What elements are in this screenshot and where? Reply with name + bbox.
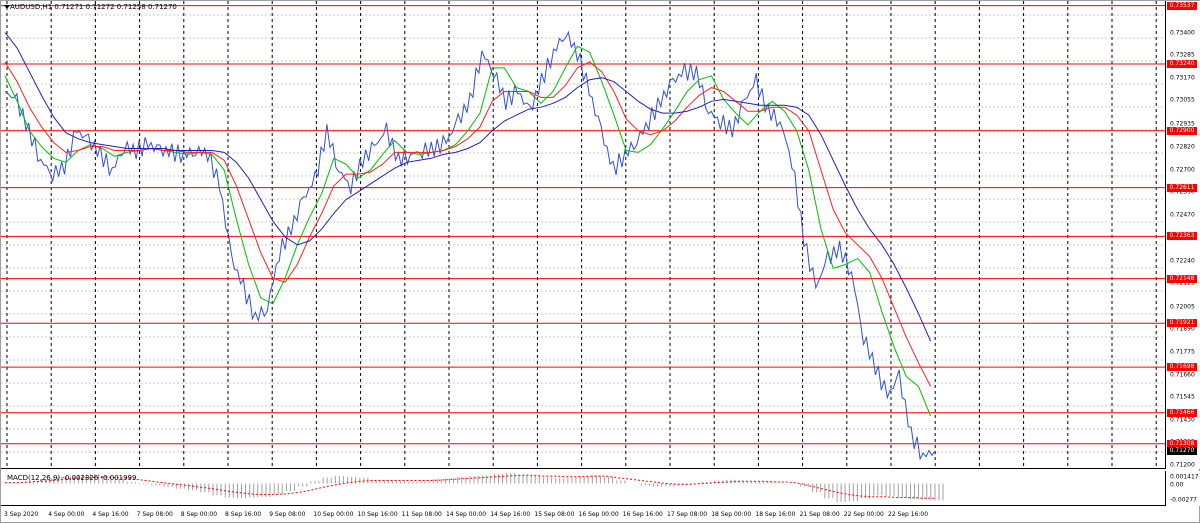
price-tick-label: 0.71430 (1170, 416, 1195, 424)
time-tick-label: 11 Sep 08:00 (401, 511, 442, 518)
time-tick-label: 18 Sep 00:00 (711, 511, 752, 518)
chart-title: AUDUSD,H1 0.71271 0.71272 0.71258 0.7127… (10, 3, 177, 11)
time-tick-label: 16 Sep 16:00 (622, 511, 663, 518)
price-chart-pane[interactable] (1, 1, 1165, 469)
macd-tick-label: -0.00277 (1170, 496, 1197, 504)
time-tick-label: 15 Sep 08:00 (534, 511, 575, 518)
price-tick-label: 0.72470 (1170, 211, 1195, 219)
current-price-badge: 0.71270 (1167, 447, 1197, 456)
price-tick-label: 0.72700 (1170, 166, 1195, 174)
price-axis[interactable]: 0.73400 0.73285 0.73170 0.73055 0.72935 0.728… (1165, 1, 1200, 469)
ma-slow-line (4, 32, 932, 342)
price-line (4, 30, 936, 461)
macd-tick-label: 0.00 (1170, 481, 1184, 489)
price-tick-label: 0.71660 (1170, 371, 1195, 379)
time-tick-label: 22 Sep 00:00 (843, 511, 884, 518)
level-price-badge: 0.73537 (1167, 1, 1197, 10)
time-tick-label: 10 Sep 16:00 (357, 511, 398, 518)
macd-tick-label: 0.001417 (1170, 473, 1199, 481)
price-tick-label: 0.71545 (1170, 393, 1195, 401)
macd-axis[interactable]: 0.001417 0.00 -0.00277 (1165, 471, 1200, 506)
time-tick-label: 14 Sep 00:00 (446, 511, 487, 518)
price-tick-label: 0.72240 (1170, 257, 1195, 265)
time-tick-label: 8 Sep 16:00 (225, 511, 262, 518)
level-price-badge: 0.72363 (1167, 232, 1197, 241)
time-tick-label: 18 Sep 16:00 (755, 511, 796, 518)
macd-svg[interactable] (1, 471, 1165, 506)
level-price-badge: 0.72611 (1167, 183, 1197, 192)
time-tick-label: 14 Sep 16:00 (490, 511, 531, 518)
time-tick-label: 21 Sep 08:00 (799, 511, 840, 518)
ma-fast-line (4, 45, 932, 417)
level-price-badge: 0.71921 (1167, 319, 1197, 328)
level-price-badge: 0.71466 (1167, 408, 1197, 417)
time-axis[interactable]: 3 Sep 2020 4 Sep 00:00 4 Sep 16:00 7 Sep 08… (1, 506, 1165, 523)
level-price-badge: 0.71698 (1167, 363, 1197, 372)
time-tick-label: 8 Sep 00:00 (180, 511, 218, 518)
price-tick-label: 0.71200 (1170, 461, 1195, 469)
time-tick-label: 10 Sep 00:00 (313, 511, 354, 518)
time-tick-label: 7 Sep 08:00 (136, 511, 173, 518)
level-price-badge: 0.72148 (1167, 274, 1197, 283)
price-chart-svg[interactable] (1, 1, 1165, 469)
macd-title: MACD(12,26,9) -0.002326 -0.001999 (7, 474, 137, 482)
price-tick-label: 0.73285 (1170, 51, 1195, 59)
price-tick-label: 0.71775 (1170, 348, 1195, 356)
time-tick-label: 3 Sep 2020 (4, 511, 39, 518)
level-price-badge: 0.73240 (1167, 59, 1197, 68)
price-tick-label: 0.73400 (1170, 29, 1195, 37)
time-tick-label: 4 Sep 16:00 (92, 511, 129, 518)
price-tick-label: 0.72005 (1170, 303, 1195, 311)
price-tick-label: 0.72820 (1170, 143, 1195, 151)
price-tick-label: 0.73055 (1170, 96, 1195, 104)
time-tick-label: 17 Sep 08:00 (667, 511, 708, 518)
time-tick-label: 9 Sep 08:00 (269, 511, 306, 518)
macd-pane[interactable] (1, 471, 1165, 506)
time-tick-label: 22 Sep 16:00 (888, 511, 929, 518)
level-price-badge: 0.72900 (1167, 126, 1197, 135)
time-tick-label: 16 Sep 00:00 (578, 511, 619, 518)
time-tick-label: 4 Sep 00:00 (48, 511, 85, 518)
price-tick-label: 0.73170 (1170, 74, 1195, 82)
